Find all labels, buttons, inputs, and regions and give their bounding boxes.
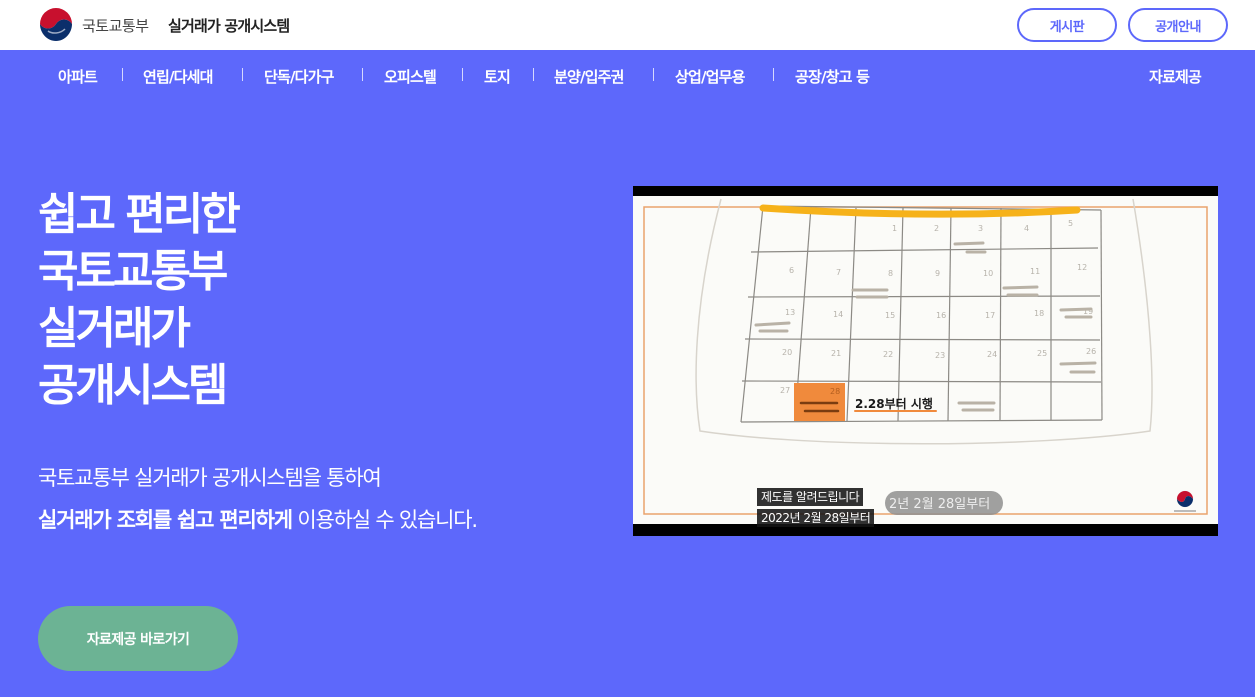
svg-text:24: 24 [987, 350, 997, 359]
video-frame-calendar-illustration: 1 2 3 45 6 7 8 9 10 11 12 13 14 15 16 17 18 19 20 21 22 23… [633, 196, 1218, 524]
nav-item-land[interactable]: 토지 [484, 66, 511, 87]
svg-text:16: 16 [936, 311, 946, 320]
svg-text:14: 14 [833, 310, 843, 319]
board-button[interactable]: 게시판 [1017, 8, 1117, 42]
svg-text:28: 28 [830, 387, 840, 396]
svg-text:22: 22 [883, 350, 893, 359]
main-nav: 아파트 연립/다세대 단독/다가구 오피스텔 토지 분양/입주권 상업/업무용 … [0, 50, 1255, 100]
data-provision-shortcut-button[interactable]: 자료제공 바로가기 [38, 606, 238, 671]
svg-text:21: 21 [831, 349, 841, 358]
svg-text:27: 27 [780, 386, 790, 395]
svg-text:4: 4 [1024, 224, 1029, 233]
nav-divider [773, 68, 774, 81]
hero-title-line: 국토교통부 [38, 246, 228, 297]
svg-text:8: 8 [888, 269, 893, 278]
svg-text:7: 7 [836, 268, 841, 277]
nav-divider [533, 68, 534, 81]
svg-text:6: 6 [789, 266, 794, 275]
svg-text:12: 12 [1077, 263, 1087, 272]
disclosure-guide-button[interactable]: 공개안내 [1128, 8, 1228, 42]
nav-divider [653, 68, 654, 81]
video-subtitle-line: 2022년 2월 28일부터 [757, 509, 875, 527]
nav-divider [122, 68, 123, 81]
svg-text:13: 13 [785, 308, 795, 317]
svg-text:9: 9 [935, 269, 940, 278]
promo-video-player[interactable]: 12345 6 7 8 9 10 11 12 13 14 15 16 17 18 19 20 21 22 23… [633, 186, 1218, 536]
hero-title-line: 실거래가 [38, 303, 191, 354]
nav-item-apartment[interactable]: 아파트 [58, 66, 98, 87]
ministry-name: 국토교통부 [82, 17, 149, 35]
nav-divider [242, 68, 243, 81]
nav-item-detached-house[interactable]: 단독/다가구 [264, 66, 334, 87]
hero-description-bold: 실거래가 조회를 쉽고 편리하게 [38, 508, 293, 532]
hero-title-line: 공개시스템 [38, 360, 228, 411]
svg-text:3: 3 [978, 224, 983, 233]
video-background-caption: 2년 2월 28일부터 [889, 497, 990, 512]
svg-text:2: 2 [934, 224, 939, 233]
hero-title: 쉽고 편리한 국토교통부 실거래가 공개시스템 [38, 186, 241, 414]
calendar-event-label: 2.28부터 시행 [855, 396, 933, 411]
hero-description: 국토교통부 실거래가 공개시스템을 통하여 [38, 466, 382, 490]
svg-text:15: 15 [885, 311, 895, 320]
svg-text:10: 10 [983, 269, 993, 278]
svg-text:26: 26 [1086, 347, 1096, 356]
svg-text:5: 5 [1068, 219, 1073, 228]
video-subtitle-line: 제도를 알려드립니다 [757, 488, 864, 506]
svg-text:17: 17 [985, 311, 995, 320]
site-header: 국토교통부 실거래가 공개시스템 게시판 공개안내 [0, 0, 1255, 50]
nav-item-data-provision[interactable]: 자료제공 [1149, 66, 1202, 87]
svg-text:25: 25 [1037, 349, 1047, 358]
nav-item-factory-warehouse[interactable]: 공장/창고 등 [795, 66, 870, 87]
nav-divider [462, 68, 463, 81]
hero-description-rest: 이용하실 수 있습니다. [291, 508, 478, 532]
svg-text:11: 11 [1030, 267, 1040, 276]
svg-text:20: 20 [782, 348, 792, 357]
nav-item-rowhouse[interactable]: 연립/다세대 [143, 66, 213, 87]
nav-item-presale-rights[interactable]: 분양/입주권 [554, 66, 624, 87]
nav-divider [362, 68, 363, 81]
hero-title-line: 쉽고 편리한 [38, 189, 241, 240]
hero-description-emphasis: 실거래가 조회를 쉽고 편리하게 이용하실 수 있습니다. [38, 504, 478, 534]
government-emblem-icon[interactable] [38, 7, 74, 43]
nav-item-officetel[interactable]: 오피스텔 [384, 66, 437, 87]
svg-text:1: 1 [892, 224, 897, 233]
site-title[interactable]: 실거래가 공개시스템 [168, 15, 290, 36]
svg-text:23: 23 [935, 351, 945, 360]
svg-text:18: 18 [1034, 309, 1044, 318]
nav-item-commercial[interactable]: 상업/업무용 [675, 66, 745, 87]
